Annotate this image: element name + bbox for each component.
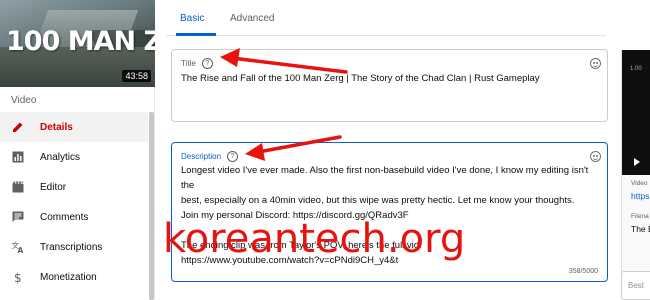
filename-label: Filena <box>631 213 649 220</box>
description-input[interactable]: Longest video I've ever made. Also the f… <box>181 163 589 268</box>
description-line: https://www.youtube.com/watch?v=cPNdi9CH… <box>181 255 399 266</box>
description-field-label: Description <box>181 152 222 161</box>
sidebar-scrollbar[interactable] <box>149 112 154 300</box>
sidebar-item-analytics[interactable]: Analytics <box>0 142 148 172</box>
description-field-header: Description ? <box>181 151 239 162</box>
video-thumbnail[interactable]: 100 MAN ZERG 43:58 <box>0 0 155 87</box>
sidebar-item-editor[interactable]: Editor <box>0 172 148 202</box>
sidebar-item-label: Comments <box>40 211 89 223</box>
sidebar-item-label: Editor <box>40 181 67 193</box>
character-counter: 358/5000 <box>568 268 598 275</box>
title-field[interactable]: Title ? The Rise and Fall of the 100 Man… <box>171 49 608 122</box>
video-preview-panel: 1.00 Video https Filena The B <box>621 50 650 280</box>
sidebar-nav: Details Analytics Editor Comments 文A Tra… <box>0 112 148 292</box>
best-dropdown[interactable]: Best <box>621 271 650 300</box>
description-line <box>181 223 589 238</box>
active-tab-indicator <box>176 33 216 36</box>
sidebar-item-label: Monetization <box>40 271 97 283</box>
sidebar-heading: Video <box>11 95 37 106</box>
sidebar-item-label: Details <box>40 121 73 133</box>
bar-chart-icon <box>11 150 25 164</box>
description-line: Longest video I've ever made. Also the f… <box>181 165 589 191</box>
dollar-icon: $ <box>11 270 25 284</box>
sidebar-item-monetization[interactable]: $ Monetization <box>0 262 148 292</box>
video-link-label: Video <box>631 180 648 187</box>
svg-text:$: $ <box>14 271 22 284</box>
video-duration-badge: 43:58 <box>122 70 151 82</box>
filename-value: The B <box>631 224 650 234</box>
help-icon[interactable]: ? <box>227 151 239 162</box>
sidebar-item-details[interactable]: Details <box>0 112 148 142</box>
emoji-icon[interactable] <box>590 58 601 69</box>
sidebar: 100 MAN ZERG 43:58 Video Details Analyti… <box>0 0 155 300</box>
video-link[interactable]: https <box>631 191 649 201</box>
player-time: 1.00 <box>630 66 642 72</box>
help-icon[interactable]: ? <box>201 58 213 69</box>
thumbnail-title: 100 MAN ZERG <box>6 26 155 57</box>
title-field-label: Title <box>181 59 196 68</box>
description-line: Join my personal Discord: https://discor… <box>181 210 409 221</box>
description-field[interactable]: Description ? Longest video I've ever ma… <box>171 142 608 282</box>
play-icon[interactable] <box>634 158 640 166</box>
title-field-header: Title ? <box>181 58 213 69</box>
sidebar-item-label: Transcriptions <box>40 241 103 253</box>
sidebar-item-comments[interactable]: Comments <box>0 202 148 232</box>
tab-advanced[interactable]: Advanced <box>230 13 274 24</box>
title-input[interactable]: The Rise and Fall of the 100 Man Zerg | … <box>181 72 587 86</box>
film-icon <box>11 180 25 194</box>
pencil-icon <box>11 120 25 134</box>
sidebar-item-label: Analytics <box>40 151 81 163</box>
details-tabs: Basic Advanced <box>166 0 606 36</box>
emoji-icon[interactable] <box>590 151 601 162</box>
sidebar-item-transcriptions[interactable]: 文A Transcriptions <box>0 232 148 262</box>
description-line: The ending clip was from Taylor's POV, h… <box>181 240 422 251</box>
video-player[interactable]: 1.00 <box>622 50 650 175</box>
description-line: best, especially on a 40min video, but t… <box>181 195 575 206</box>
comment-icon <box>11 210 25 224</box>
svg-text:A: A <box>18 246 24 254</box>
best-dropdown-placeholder: Best <box>628 281 645 290</box>
tab-basic[interactable]: Basic <box>180 13 204 24</box>
translate-icon: 文A <box>11 240 25 254</box>
